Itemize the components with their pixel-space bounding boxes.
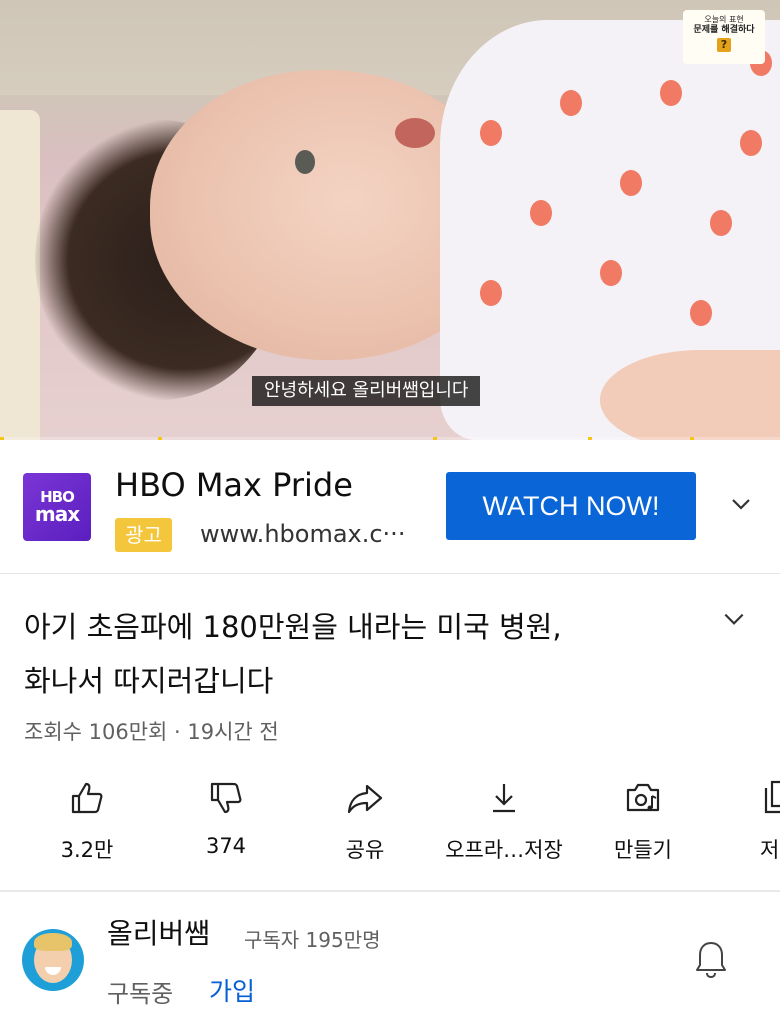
thumbs-up-icon <box>71 782 103 814</box>
expression-badge: 오늘의 표현 문제를 해결하다 ? <box>683 10 765 64</box>
save-label: 저 <box>760 838 780 862</box>
join-button[interactable]: 가입 <box>209 972 255 1008</box>
download-button[interactable]: 오프라…저장 <box>434 778 574 868</box>
save-icon <box>764 780 780 814</box>
create-label: 만들기 <box>614 838 672 862</box>
ad-url[interactable]: www.hbomax.c··· <box>200 520 405 548</box>
share-label: 공유 <box>345 838 385 862</box>
subscribed-status[interactable]: 구독중 <box>107 974 173 1009</box>
badge-line1: 오늘의 표현 <box>704 15 744 24</box>
share-button[interactable]: 공유 <box>295 778 435 868</box>
ad-tag: 광고 <box>115 518 172 552</box>
video-baby-mouth <box>395 118 435 148</box>
channel-avatar[interactable] <box>22 929 84 991</box>
video-title[interactable]: 아기 초음파에 180만원을 내라는 미국 병원, 화나서 따지러갑니다 <box>24 600 704 708</box>
create-button[interactable]: 만들기 <box>573 778 713 868</box>
download-label: 오프라…저장 <box>445 838 563 862</box>
ad-banner[interactable]: HBO max HBO Max Pride 광고 www.hbomax.c···… <box>0 440 780 574</box>
download-icon <box>493 784 515 813</box>
section-divider <box>0 890 780 892</box>
save-button[interactable]: 저 <box>712 778 780 868</box>
watch-now-button[interactable]: WATCH NOW! <box>446 472 696 540</box>
ad-title[interactable]: HBO Max Pride <box>115 466 353 504</box>
share-icon <box>347 784 383 814</box>
thumbs-down-icon <box>210 782 242 814</box>
logo-bottom-text: max <box>34 502 80 526</box>
create-icon <box>626 783 660 812</box>
video-baby-eye <box>295 150 315 174</box>
like-count: 3.2만 <box>60 838 114 862</box>
action-bar: 3.2만 374 공유 오프라…저장 만들기 저 <box>0 778 780 868</box>
video-pillow <box>0 110 40 440</box>
video-player[interactable]: 오늘의 표현 문제를 해결하다 ? 안녕하세요 올리버쌤입니다 <box>0 0 780 440</box>
video-meta[interactable]: 조회수 106만회 · 19시간 전 <box>24 716 279 746</box>
badge-line2: 문제를 해결하다 <box>693 25 755 35</box>
hbo-max-logo[interactable]: HBO max <box>23 473 91 541</box>
bell-icon[interactable] <box>694 939 728 979</box>
subscriber-count: 구독자 195만명 <box>244 928 381 952</box>
video-title-line1: 아기 초음파에 180만원을 내라는 미국 병원, <box>24 610 562 644</box>
like-button[interactable]: 3.2만 <box>17 778 157 868</box>
expand-description-chevron-icon[interactable] <box>721 606 747 632</box>
question-icon: ? <box>717 38 731 52</box>
dislike-button[interactable]: 374 <box>156 778 296 868</box>
video-subtitle: 안녕하세요 올리버쌤입니다 <box>252 376 481 406</box>
chevron-down-icon[interactable] <box>729 492 753 516</box>
video-title-line2: 화나서 따지러갑니다 <box>24 664 274 698</box>
dislike-count: 374 <box>205 834 247 858</box>
channel-name[interactable]: 올리버쌤 <box>107 912 210 952</box>
